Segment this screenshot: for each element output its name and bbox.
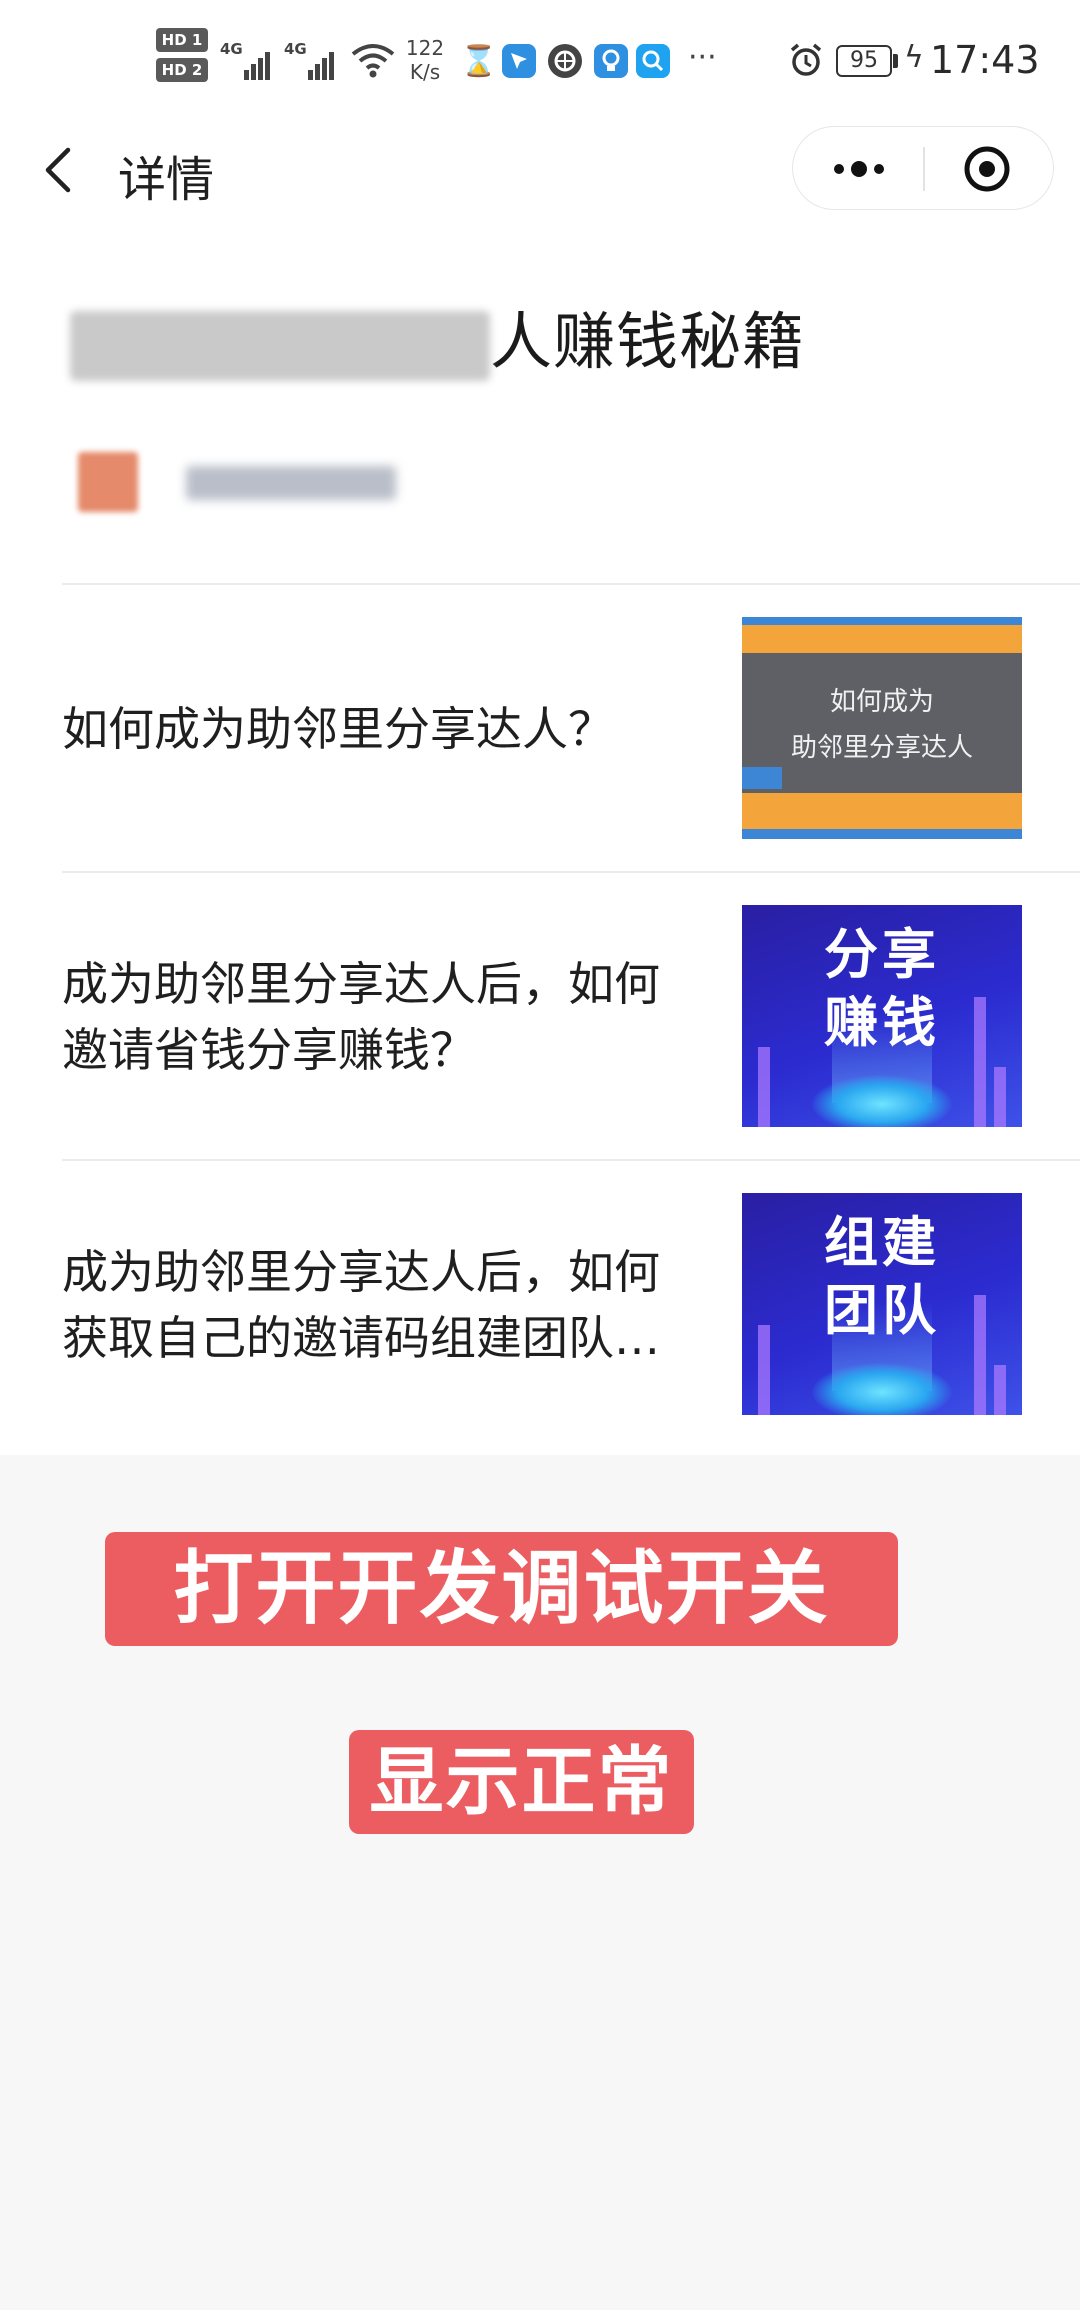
list-item[interactable]: 成为助邻里分享达人后，如何获取自己的邀请码组建团队… 组建 团队 — [62, 1159, 1080, 1447]
app-notification-icon — [502, 44, 536, 78]
list-item[interactable]: 如何成为助邻里分享达人？ 如何成为 助邻里分享达人 — [62, 583, 1080, 871]
list-item[interactable]: 成为助邻里分享达人后，如何邀请省钱分享赚钱？ 分享 赚钱 — [62, 871, 1080, 1159]
close-miniprogram-icon[interactable] — [941, 141, 1037, 197]
author-row — [78, 452, 678, 512]
redacted-author-name — [186, 466, 396, 500]
back-arrow-icon[interactable] — [36, 142, 86, 198]
capsule-divider — [923, 147, 925, 191]
dual-sim-indicator: HD 1 HD 2 — [156, 28, 212, 90]
display-normal-annotation: 显示正常 — [349, 1730, 694, 1834]
redacted-title-text — [70, 310, 490, 381]
avatar — [78, 452, 138, 512]
network-type-label: 4G — [284, 40, 307, 58]
sim2-hd-badge: HD 2 — [156, 58, 208, 82]
debug-switch-annotation: 打开开发调试开关 — [105, 1532, 898, 1646]
thumbnail-decoration — [742, 793, 1022, 839]
list-item-title: 如何成为助邻里分享达人？ — [62, 702, 614, 756]
thumbnail-decoration — [812, 1075, 952, 1127]
hourglass-icon: ⌛ — [460, 44, 498, 79]
article-title-visible: 人赚钱秘籍 — [490, 305, 806, 378]
more-options-icon[interactable] — [811, 141, 907, 197]
browser-notification-icon — [548, 44, 582, 78]
battery-tip — [893, 54, 898, 68]
network-speed-value: 122 — [405, 36, 445, 60]
status-bar: HD 1 HD 2 4G 4G 122 K/s ⌛ ··· 95 ϟ 17:43 — [0, 0, 1080, 110]
lightbulb-icon — [594, 44, 628, 78]
battery-level: 95 — [836, 45, 892, 77]
thumbnail-caption: 如何成为 助邻里分享达人 — [790, 687, 973, 763]
search-notification-icon — [636, 44, 670, 78]
article-title: 人赚钱秘籍 — [70, 300, 1010, 384]
list-item-thumbnail: 如何成为 助邻里分享达人 — [742, 617, 1022, 839]
list-item-title: 成为助邻里分享达人后，如何获取自己的邀请码组建团队… — [62, 1245, 660, 1365]
network-speed: 122 K/s — [400, 36, 450, 84]
thumbnail-caption: 组建 团队 — [824, 1211, 940, 1342]
more-notifications-icon: ··· — [688, 40, 717, 75]
page-title: 详情 — [118, 152, 215, 208]
list-item-thumbnail: 组建 团队 — [742, 1193, 1022, 1415]
list-item-title: 成为助邻里分享达人后，如何邀请省钱分享赚钱？ — [62, 957, 660, 1077]
sim1-hd-badge: HD 1 — [156, 28, 208, 52]
network-type-label: 4G — [220, 40, 243, 58]
miniprogram-capsule — [792, 126, 1054, 210]
thumbnail-decoration — [812, 1363, 952, 1415]
thumbnail-caption: 分享 赚钱 — [824, 923, 940, 1054]
network-speed-unit: K/s — [409, 60, 441, 84]
clock: 17:43 — [930, 38, 1040, 82]
signal-icon: 4G — [284, 40, 340, 80]
wifi-icon — [350, 40, 396, 80]
signal-icon: 4G — [220, 40, 276, 80]
navigation-bar: 详情 — [0, 110, 1080, 230]
thumbnail-decoration — [742, 617, 1022, 653]
list-item-thumbnail: 分享 赚钱 — [742, 905, 1022, 1127]
charging-icon: ϟ — [904, 40, 924, 75]
article-list: 如何成为助邻里分享达人？ 如何成为 助邻里分享达人 成为助邻里分享达人后，如何邀… — [62, 583, 1080, 1447]
alarm-icon — [788, 42, 824, 78]
